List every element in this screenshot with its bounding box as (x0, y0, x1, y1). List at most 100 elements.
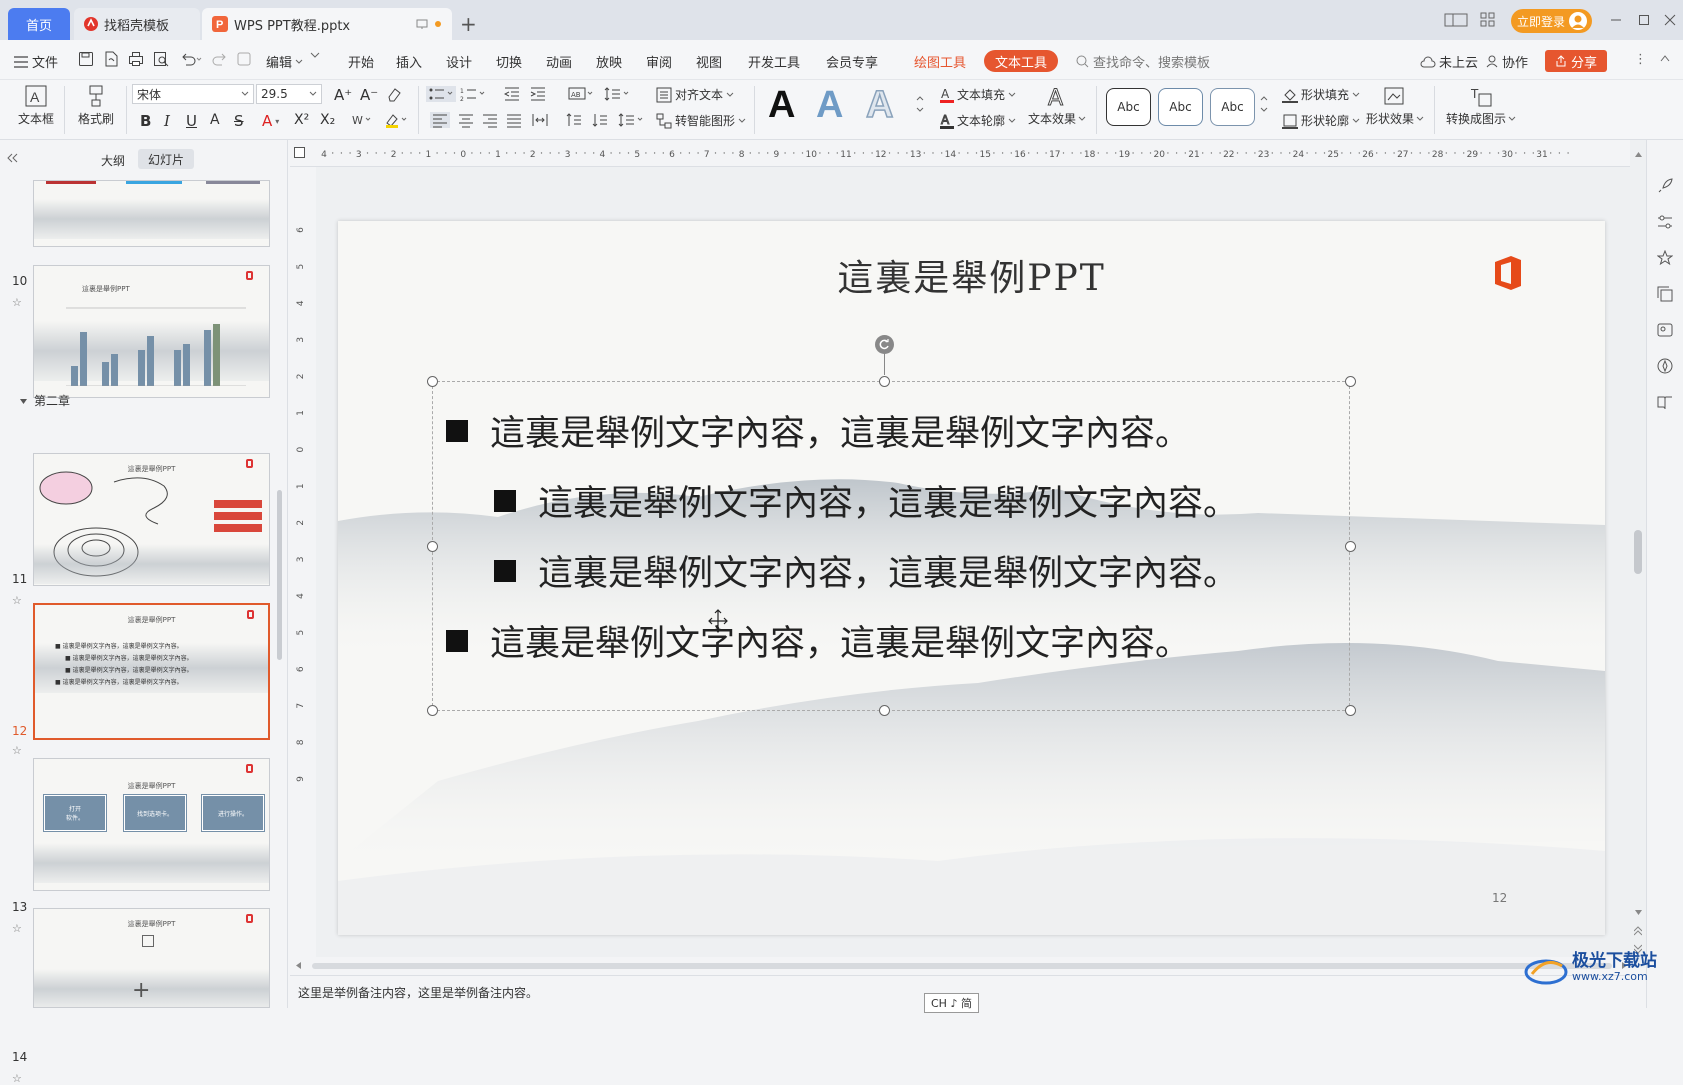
resize-handle[interactable] (427, 705, 438, 716)
text-effect-button[interactable]: A 文本效果 (1028, 84, 1086, 127)
export-pdf-icon[interactable] (103, 51, 119, 67)
scroll-left-icon[interactable] (296, 962, 301, 969)
clear-format-icon[interactable] (236, 51, 252, 67)
shadow-icon[interactable]: A (210, 112, 220, 128)
collapse-panel-icon[interactable] (6, 153, 18, 163)
collapse-ribbon-icon[interactable] (1660, 54, 1670, 62)
grow-font-icon[interactable]: A⁺ (334, 86, 352, 104)
minimize-icon[interactable] (1610, 9, 1622, 31)
rotate-handle-icon[interactable] (875, 335, 894, 354)
numbered-list-icon[interactable]: 12 (460, 86, 486, 102)
bullet-level-1[interactable]: 這裏是舉例文字內容，這裏是舉例文字內容。 (446, 405, 1190, 456)
more-options-icon[interactable]: ⋮ (1634, 52, 1647, 67)
star-icon[interactable]: ☆ (12, 922, 22, 935)
tab-template-store[interactable]: 找稻壳模板 (74, 8, 200, 40)
bullet-list-icon[interactable] (426, 86, 456, 102)
star-icon[interactable]: ☆ (12, 296, 22, 309)
text-direction-icon[interactable]: AB (568, 86, 594, 102)
rocket-icon[interactable] (1657, 178, 1673, 194)
tab-start[interactable]: 开始 (348, 52, 374, 71)
wordart-style-black[interactable]: A (768, 84, 795, 127)
shape-effect-button[interactable]: 形状效果 (1366, 84, 1424, 127)
format-painter-button[interactable]: 格式刷 (78, 84, 114, 127)
tab-drawing-tools[interactable]: 绘图工具 (914, 52, 966, 71)
superscript-icon[interactable]: X² (294, 112, 309, 128)
resize-handle[interactable] (1345, 376, 1356, 387)
wordart-style-outline[interactable]: A (865, 83, 894, 127)
slide-title[interactable]: 這裏是舉例PPT (338, 249, 1605, 301)
book-icon[interactable] (1657, 394, 1673, 410)
tab-slides[interactable]: 幻灯片 (138, 149, 194, 169)
convert-diagram-button[interactable]: T 转换成图示 (1446, 84, 1516, 127)
slide-thumbnail-12[interactable]: 這裏是舉例PPT ■ 這裏是舉例文字內容，這裏是舉例文字內容。 ■ 這裏是舉例文… (33, 603, 270, 740)
text-fill-button[interactable]: A 文本填充 (940, 86, 1016, 103)
share-button[interactable]: 分享 (1545, 50, 1607, 72)
italic-icon[interactable]: I (164, 112, 170, 130)
tab-stop-selector[interactable] (294, 147, 305, 158)
scroll-down-icon[interactable] (1635, 910, 1642, 915)
slide-thumbnail-14[interactable]: 這裏是舉例PPT (33, 908, 270, 1008)
tab-insert[interactable]: 插入 (396, 52, 422, 71)
scroll-up-icon[interactable] (1635, 152, 1642, 157)
tab-text-tools[interactable]: 文本工具 (984, 50, 1058, 72)
layout-icon[interactable] (1444, 9, 1468, 31)
tab-home[interactable]: 首页 (8, 8, 70, 40)
cloud-status[interactable]: 未上云 (1420, 52, 1478, 71)
column-spacing-icon[interactable] (618, 112, 644, 128)
scroll-thumb[interactable] (312, 963, 1612, 969)
shape-outline-button[interactable]: 形状轮廓 (1282, 112, 1360, 129)
panel-scrollbar[interactable] (277, 490, 282, 660)
bullet-level-2[interactable]: 這裏是舉例文字內容，這裏是舉例文字內容。 (494, 545, 1238, 596)
scroll-thumb[interactable] (1634, 530, 1642, 574)
grid-apps-icon[interactable] (1480, 9, 1496, 31)
bullet-level-2[interactable]: 這裏是舉例文字內容，這裏是舉例文字內容。 (494, 475, 1238, 526)
ime-indicator[interactable]: CH ♪ 简 (924, 993, 979, 1013)
resize-handle[interactable] (427, 541, 438, 552)
screen-icon[interactable] (416, 18, 428, 30)
wordart-gallery-more-icon[interactable] (916, 96, 924, 116)
align-center-icon[interactable] (458, 112, 474, 128)
image-tool-icon[interactable] (1657, 322, 1673, 338)
tab-member[interactable]: 会员专享 (826, 52, 878, 71)
char-spacing-icon[interactable]: W (350, 112, 372, 128)
increase-indent-icon[interactable] (530, 86, 546, 102)
tab-animation[interactable]: 动画 (546, 52, 572, 71)
prev-slide-icon[interactable] (1634, 926, 1642, 936)
text-outline-button[interactable]: A 文本轮廓 (940, 112, 1016, 129)
login-button[interactable]: 立即登录 (1511, 9, 1592, 33)
tab-review[interactable]: 审阅 (646, 52, 672, 71)
compass-icon[interactable] (1657, 358, 1673, 374)
bullet-level-1[interactable]: 這裏是舉例文字內容，這裏是舉例文字內容。 (446, 615, 1190, 666)
canvas-horizontal-scrollbar[interactable] (296, 960, 1630, 972)
highlight-icon[interactable] (384, 112, 408, 128)
tab-developer[interactable]: 开发工具 (748, 52, 800, 71)
eraser-icon[interactable] (386, 86, 402, 102)
shape-style-3[interactable]: Abc (1210, 88, 1255, 126)
shape-style-1[interactable]: Abc (1106, 88, 1151, 126)
font-name-select[interactable]: 宋体 (132, 84, 254, 104)
para-spacing-after-icon[interactable] (592, 112, 608, 128)
slide-thumbnail-13[interactable]: 這裏是舉例PPT 打开 软件。 找到选项卡。 进行操作。 (33, 758, 270, 891)
print-preview-icon[interactable] (153, 51, 169, 67)
para-spacing-before-icon[interactable] (566, 112, 582, 128)
edit-menu[interactable]: 编辑 (266, 52, 303, 71)
save-icon[interactable] (78, 51, 94, 67)
shape-style-more-icon[interactable] (1260, 96, 1268, 116)
decrease-indent-icon[interactable] (504, 86, 520, 102)
copy-icon[interactable] (1657, 286, 1673, 302)
font-color-icon[interactable]: A ▾ (262, 112, 279, 130)
smartart-button[interactable]: 转智能图形 (656, 112, 746, 129)
file-menu[interactable]: 文件 (14, 52, 58, 71)
star-icon[interactable]: ☆ (12, 744, 22, 757)
resize-handle[interactable] (879, 376, 890, 387)
justify-icon[interactable] (506, 112, 522, 128)
notes-text[interactable]: 这里是举例备注内容，这里是举例备注内容。 (298, 984, 538, 1001)
sliders-icon[interactable] (1657, 214, 1673, 230)
slide-thumbnail-9[interactable] (33, 180, 270, 247)
subscript-icon[interactable]: X₂ (320, 112, 335, 128)
tab-outline[interactable]: 大纲 (101, 152, 125, 169)
slide-thumbnail-11[interactable]: 這裏是舉例PPT (33, 453, 270, 586)
maximize-icon[interactable] (1638, 9, 1650, 31)
align-left-icon[interactable] (430, 112, 450, 128)
add-slide-button[interactable]: + (132, 978, 150, 1003)
